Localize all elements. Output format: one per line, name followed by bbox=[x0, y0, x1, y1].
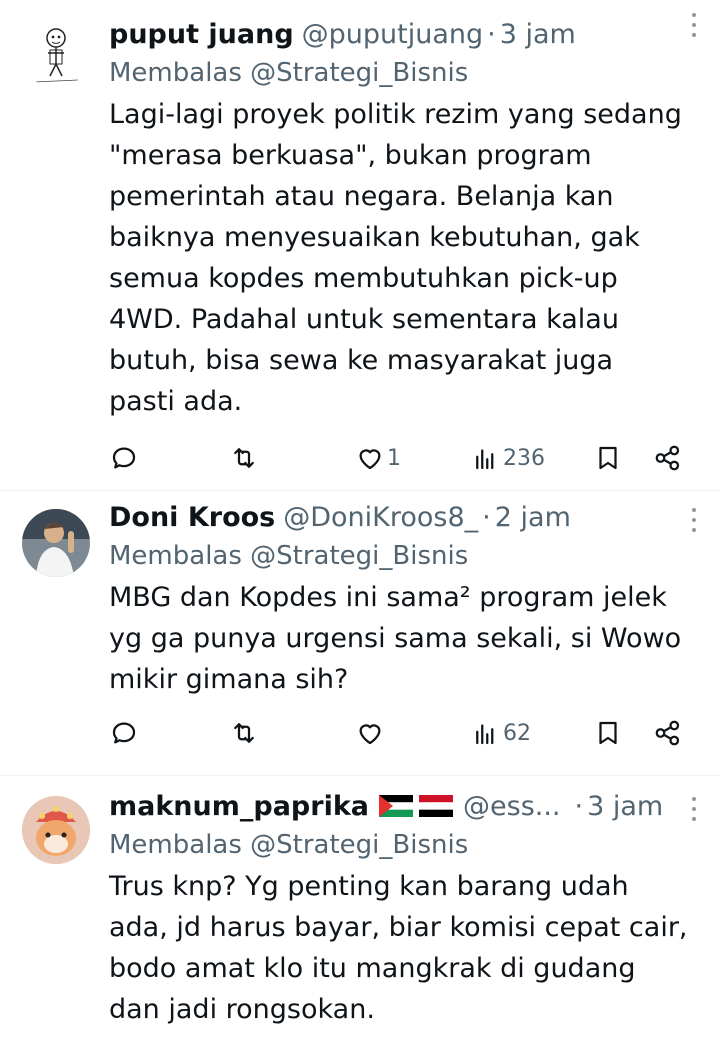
text-line: bodo amat klo itu mangkrak di gudang bbox=[109, 953, 636, 984]
bookmark-button[interactable] bbox=[593, 443, 623, 473]
more-options-icon[interactable] bbox=[682, 505, 706, 535]
reply-icon bbox=[112, 722, 136, 744]
display-name[interactable]: Doni Kroos bbox=[109, 502, 275, 533]
avatar-photo-image bbox=[22, 509, 90, 577]
text-line: 4WD. Padahal untuk sementara kalau bbox=[109, 304, 619, 335]
text-line: semua kopdes membutuhkan pick-up bbox=[109, 263, 618, 294]
heart-icon bbox=[359, 724, 381, 745]
reply-prefix: Membalas bbox=[109, 830, 242, 860]
text-line: Lagi-lagi proyek politik rezim yang seda… bbox=[109, 99, 682, 130]
share-button[interactable] bbox=[653, 718, 683, 748]
text-line: ada, jd harus bayar, biar komisi cepat c… bbox=[109, 912, 688, 943]
tweet[interactable]: Doni Kroos @DoniKroos8_ · 2 jam Membalas… bbox=[0, 491, 720, 776]
reply-context: Membalas @Strategi_Bisnis bbox=[109, 826, 706, 864]
text-line: MBG dan Kopdes ini sama² program jelek bbox=[109, 582, 667, 613]
reply-prefix: Membalas bbox=[109, 58, 242, 88]
reply-button[interactable] bbox=[109, 443, 139, 473]
share-icon bbox=[655, 720, 680, 746]
separator-dot: · bbox=[487, 18, 496, 50]
reply-prefix: Membalas bbox=[109, 541, 242, 571]
share-icon bbox=[655, 445, 680, 471]
reply-context: Membalas @Strategi_Bisnis bbox=[109, 537, 706, 575]
text-line: pasti ada. bbox=[109, 386, 243, 417]
views-button[interactable]: 62 bbox=[471, 718, 531, 748]
like-button[interactable]: 1 bbox=[355, 443, 401, 473]
more-options-icon[interactable] bbox=[682, 10, 706, 40]
user-handle[interactable]: @puputjuang bbox=[302, 19, 484, 50]
timestamp[interactable]: 3 jam bbox=[500, 19, 576, 50]
retweet-icon bbox=[234, 448, 254, 468]
tweet-header: Doni Kroos @DoniKroos8_ · 2 jam bbox=[109, 497, 706, 537]
like-count: 1 bbox=[387, 445, 401, 471]
views-chart-icon bbox=[476, 449, 494, 470]
timestamp[interactable]: 3 jam bbox=[587, 791, 663, 822]
tweet[interactable]: puput juang @puputjuang · 3 jam Membalas… bbox=[0, 0, 720, 491]
user-handle[interactable]: @ess... bbox=[463, 791, 561, 822]
bookmark-icon bbox=[599, 446, 617, 470]
like-button[interactable] bbox=[355, 718, 385, 748]
user-handle[interactable]: @DoniKroos8_ bbox=[283, 502, 478, 533]
text-line: Trus knp? Yg penting kan barang udah bbox=[109, 871, 629, 902]
retweet-button[interactable] bbox=[229, 443, 259, 473]
palestine-flag-icon bbox=[379, 795, 414, 817]
avatar-doodle-image bbox=[33, 28, 79, 83]
views-chart-icon bbox=[476, 724, 494, 745]
text-line: "merasa berkuasa", bukan program bbox=[109, 140, 592, 171]
display-name[interactable]: maknum_paprika bbox=[109, 791, 369, 822]
reply-mention-link[interactable]: @Strategi_Bisnis bbox=[250, 830, 468, 860]
view-count: 62 bbox=[503, 720, 531, 746]
action-bar: 1 236 bbox=[109, 438, 690, 478]
bookmark-icon bbox=[599, 721, 617, 745]
avatar[interactable] bbox=[22, 20, 90, 88]
text-line: butuh, bisa sewa ke masyarakat juga bbox=[109, 345, 614, 376]
avatar-cat-image bbox=[22, 796, 90, 864]
retweet-icon bbox=[234, 723, 254, 743]
timestamp[interactable]: 2 jam bbox=[495, 502, 571, 533]
reply-icon bbox=[112, 447, 136, 469]
tweet-header: maknum_paprika @ess... · 3 jam bbox=[109, 786, 706, 826]
more-options-icon[interactable] bbox=[682, 794, 706, 824]
tweet-text: Trus knp? Yg penting kan barang udah ada… bbox=[109, 866, 706, 1030]
share-button[interactable] bbox=[653, 443, 683, 473]
text-line: dan jadi rongsokan. bbox=[109, 994, 375, 1025]
tweet[interactable]: maknum_paprika @ess... · 3 jam Membalas … bbox=[0, 776, 720, 1040]
text-line: baiknya menyesuaikan kebutuhan, gak bbox=[109, 222, 640, 253]
avatar[interactable] bbox=[22, 509, 90, 577]
yemen-flag-icon bbox=[419, 795, 454, 817]
tweet-header: puput juang @puputjuang · 3 jam bbox=[109, 14, 706, 54]
reply-context: Membalas @Strategi_Bisnis bbox=[109, 54, 706, 92]
reply-mention-link[interactable]: @Strategi_Bisnis bbox=[250, 541, 468, 571]
display-name[interactable]: puput juang bbox=[109, 19, 294, 50]
reply-mention-link[interactable]: @Strategi_Bisnis bbox=[250, 58, 468, 88]
views-button[interactable]: 236 bbox=[471, 443, 545, 473]
action-bar: 62 bbox=[109, 713, 690, 753]
reply-button[interactable] bbox=[109, 718, 139, 748]
tweet-text: MBG dan Kopdes ini sama² program jelek y… bbox=[109, 577, 706, 700]
tweet-text: Lagi-lagi proyek politik rezim yang seda… bbox=[109, 94, 706, 422]
bookmark-button[interactable] bbox=[593, 718, 623, 748]
text-line: pemerintah atau negara. Belanja kan bbox=[109, 181, 614, 212]
text-line: yg ga punya urgensi sama sekali, si Wowo bbox=[109, 623, 682, 654]
avatar[interactable] bbox=[22, 796, 90, 864]
retweet-button[interactable] bbox=[229, 718, 259, 748]
view-count: 236 bbox=[503, 445, 545, 471]
separator-dot: · bbox=[574, 790, 584, 822]
separator-dot: · bbox=[482, 501, 491, 533]
text-line: mikir gimana sih? bbox=[109, 664, 349, 695]
heart-icon bbox=[359, 449, 381, 470]
